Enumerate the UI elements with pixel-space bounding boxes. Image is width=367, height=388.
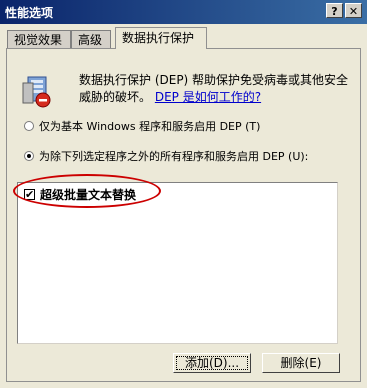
radio-button[interactable] (24, 121, 34, 131)
radio-button-selected[interactable] (24, 151, 34, 161)
checkmark-icon: ✔ (25, 188, 35, 201)
tab-visual-effects[interactable]: 视觉效果 (7, 30, 71, 48)
dep-shield-icon (22, 76, 51, 108)
dep-help-link[interactable]: DEP 是如何工作的? (155, 90, 261, 104)
title-bar: 性能选项 ? ✕ (0, 0, 367, 24)
radio-label-all-except: 为除下列选定程序之外的所有程序和服务启用 DEP (U): (39, 150, 309, 163)
window-title: 性能选项 (5, 6, 54, 20)
tab-advanced[interactable]: 高级 (71, 30, 111, 48)
remove-button[interactable]: 删除(E) (262, 353, 340, 373)
close-button[interactable]: ✕ (345, 3, 362, 18)
tab-data-execution-prevention[interactable]: 数据执行保护 (115, 27, 207, 49)
dep-description-block: 数据执行保护 (DEP) 帮助保护免受病毒或其他安全威胁的破坏。 DEP 是如何… (79, 72, 359, 106)
item-checkbox[interactable]: ✔ (24, 188, 35, 201)
radio-label-essential: 仅为基本 Windows 程序和服务启用 DEP (T) (39, 120, 261, 133)
add-button[interactable]: 添加(D)... (173, 353, 251, 373)
exceptions-list[interactable]: ✔ 超级批量文本替换 (17, 182, 338, 344)
item-label: 超级批量文本替换 (40, 188, 137, 202)
help-button[interactable]: ? (326, 3, 343, 18)
